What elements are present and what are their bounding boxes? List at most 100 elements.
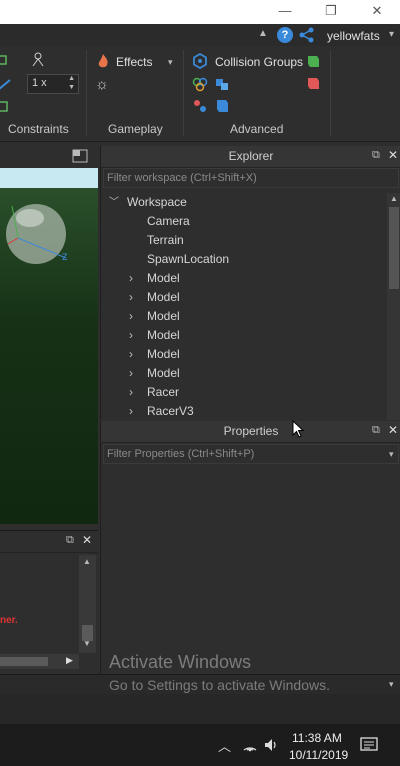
- weld-icon[interactable]: [0, 100, 12, 114]
- tree-item-label: Model: [147, 366, 180, 380]
- module-script-icon[interactable]: [192, 98, 208, 114]
- tree-item-label: Model: [147, 328, 180, 342]
- help-icon[interactable]: ?: [277, 27, 293, 43]
- scroll-right-icon[interactable]: ▶: [66, 655, 73, 666]
- output-panel: ⧉ ✕ ner. ▲ ▼ ▶: [0, 530, 98, 670]
- chevron-right-icon[interactable]: ›: [129, 364, 133, 383]
- tree-item[interactable]: › Model: [101, 307, 385, 326]
- fullscreen-icon[interactable]: [72, 149, 88, 164]
- effects-dropdown-icon[interactable]: ▾: [168, 57, 173, 68]
- draw-line-icon[interactable]: [0, 78, 12, 92]
- joint-icon[interactable]: [30, 52, 46, 68]
- network-icon[interactable]: [242, 738, 258, 752]
- game-viewport[interactable]: Z: [0, 146, 98, 524]
- effects-button[interactable]: Effects: [116, 55, 152, 69]
- scale-stepper[interactable]: 1 x ▲ ▼: [27, 74, 79, 94]
- effects-flame-icon[interactable]: [96, 53, 110, 69]
- collapse-ribbon-icon[interactable]: ▲: [258, 28, 268, 39]
- status-area: [0, 694, 400, 724]
- chevron-right-icon[interactable]: ›: [129, 288, 133, 307]
- chevron-right-icon[interactable]: ›: [129, 269, 133, 288]
- user-menu-chevron-icon[interactable]: ▾: [389, 29, 394, 40]
- activate-windows-subtitle: Go to Settings to activate Windows.: [109, 677, 330, 693]
- collision-groups-icon[interactable]: [192, 53, 208, 69]
- tree-item-label: RacerV3: [147, 404, 194, 418]
- tree-item[interactable]: › Racer: [101, 383, 385, 402]
- restore-button[interactable]: ❐: [308, 0, 354, 24]
- tree-item[interactable]: › Model: [101, 326, 385, 345]
- scroll-up-icon[interactable]: ▲: [83, 557, 91, 566]
- chevron-right-icon[interactable]: ›: [129, 402, 133, 421]
- explorer-filter-input[interactable]: Filter workspace (Ctrl+Shift+X): [103, 168, 399, 188]
- tree-item-label: Model: [147, 290, 180, 304]
- chevron-right-icon[interactable]: ›: [129, 383, 133, 402]
- chevron-down-icon[interactable]: ﹀: [109, 193, 119, 212]
- scale-value: 1 x: [32, 77, 47, 89]
- tree-item[interactable]: › Model: [101, 269, 385, 288]
- tree-item[interactable]: › Model: [101, 364, 385, 383]
- output-error-text: ner.: [0, 615, 18, 626]
- stepper-down-icon[interactable]: ▼: [68, 84, 75, 91]
- minimize-button[interactable]: —: [262, 0, 308, 24]
- panel-divider: [0, 552, 98, 553]
- dock-panel-icon[interactable]: ⧉: [372, 149, 380, 162]
- close-panel-icon[interactable]: ✕: [388, 148, 398, 162]
- tree-item-workspace[interactable]: ﹀ Workspace: [101, 193, 385, 212]
- close-panel-icon[interactable]: ✕: [82, 533, 92, 547]
- taskbar-time[interactable]: 11:38 AM: [292, 731, 342, 745]
- dock-panel-icon[interactable]: ⧉: [372, 424, 380, 437]
- constraint-tool-icon[interactable]: [0, 54, 12, 68]
- tree-item-label: Model: [147, 347, 180, 361]
- username-label[interactable]: yellowfats: [327, 29, 380, 43]
- share-icon[interactable]: [299, 27, 315, 43]
- tree-item[interactable]: Camera: [101, 212, 385, 231]
- local-script-icon[interactable]: [214, 98, 230, 114]
- explorer-panel: Explorer ⧉ ✕ Filter workspace (Ctrl+Shif…: [100, 146, 400, 420]
- tree-item-label: Model: [147, 309, 180, 323]
- ribbon-separator: [86, 50, 87, 136]
- close-window-button[interactable]: ✕: [354, 0, 400, 24]
- explorer-header: Explorer: [101, 146, 400, 168]
- properties-filter-input[interactable]: Filter Properties (Ctrl+Shift+P): [103, 444, 399, 464]
- explorer-title: Explorer: [228, 149, 274, 163]
- filter-dropdown-icon[interactable]: ▾: [389, 449, 394, 460]
- stepper-up-icon[interactable]: ▲: [68, 75, 75, 82]
- hscroll-thumb[interactable]: [0, 657, 48, 666]
- tree-item-label: Workspace: [127, 195, 187, 209]
- tree-item[interactable]: › RacerV3: [101, 402, 385, 421]
- script-green-icon[interactable]: [306, 54, 320, 68]
- tree-item[interactable]: SpawnLocation: [101, 250, 385, 269]
- properties-title: Properties: [223, 424, 279, 438]
- output-horizontal-scrollbar[interactable]: ▶: [0, 654, 79, 669]
- chevron-right-icon[interactable]: ›: [129, 345, 133, 364]
- tree-item-label: SpawnLocation: [147, 252, 230, 266]
- tree-item-label: Model: [147, 271, 180, 285]
- output-vertical-scrollbar[interactable]: ▲ ▼: [79, 555, 96, 653]
- dock-panel-icon[interactable]: ⧉: [66, 534, 74, 547]
- mouse-cursor-icon: [292, 420, 305, 438]
- package-icon[interactable]: [214, 76, 230, 92]
- explorer-tree: ﹀ Workspace Camera Terrain SpawnLocation…: [101, 193, 387, 420]
- scroll-up-icon[interactable]: ▲: [390, 194, 398, 203]
- script-red-icon[interactable]: [306, 76, 320, 90]
- show-hidden-icons-chevron-icon[interactable]: ︿: [218, 736, 231, 755]
- chevron-right-icon[interactable]: ›: [129, 326, 133, 345]
- action-center-icon[interactable]: [360, 737, 378, 753]
- scroll-thumb[interactable]: [389, 207, 399, 289]
- volume-icon[interactable]: [263, 737, 279, 753]
- tree-item[interactable]: Terrain: [101, 231, 385, 250]
- command-dropdown-icon[interactable]: ▾: [389, 679, 394, 690]
- windows-taskbar: ︿ 11:38 AM 10/11/2019: [0, 724, 400, 766]
- selected-part-icon[interactable]: Z: [0, 186, 98, 276]
- tree-item[interactable]: › Model: [101, 345, 385, 364]
- plugin-icon[interactable]: [192, 76, 208, 92]
- chevron-right-icon[interactable]: ›: [129, 307, 133, 326]
- tree-item[interactable]: › Model: [101, 288, 385, 307]
- explorer-scrollbar[interactable]: ▲: [387, 193, 400, 420]
- studio-topbar: ▲ ? yellowfats ▾: [0, 24, 400, 46]
- scroll-down-icon[interactable]: ▼: [83, 639, 91, 648]
- settings-gear-icon[interactable]: ☼: [95, 76, 109, 93]
- collision-groups-button[interactable]: Collision Groups: [215, 55, 303, 69]
- close-panel-icon[interactable]: ✕: [388, 423, 398, 437]
- taskbar-date[interactable]: 10/11/2019: [289, 748, 348, 762]
